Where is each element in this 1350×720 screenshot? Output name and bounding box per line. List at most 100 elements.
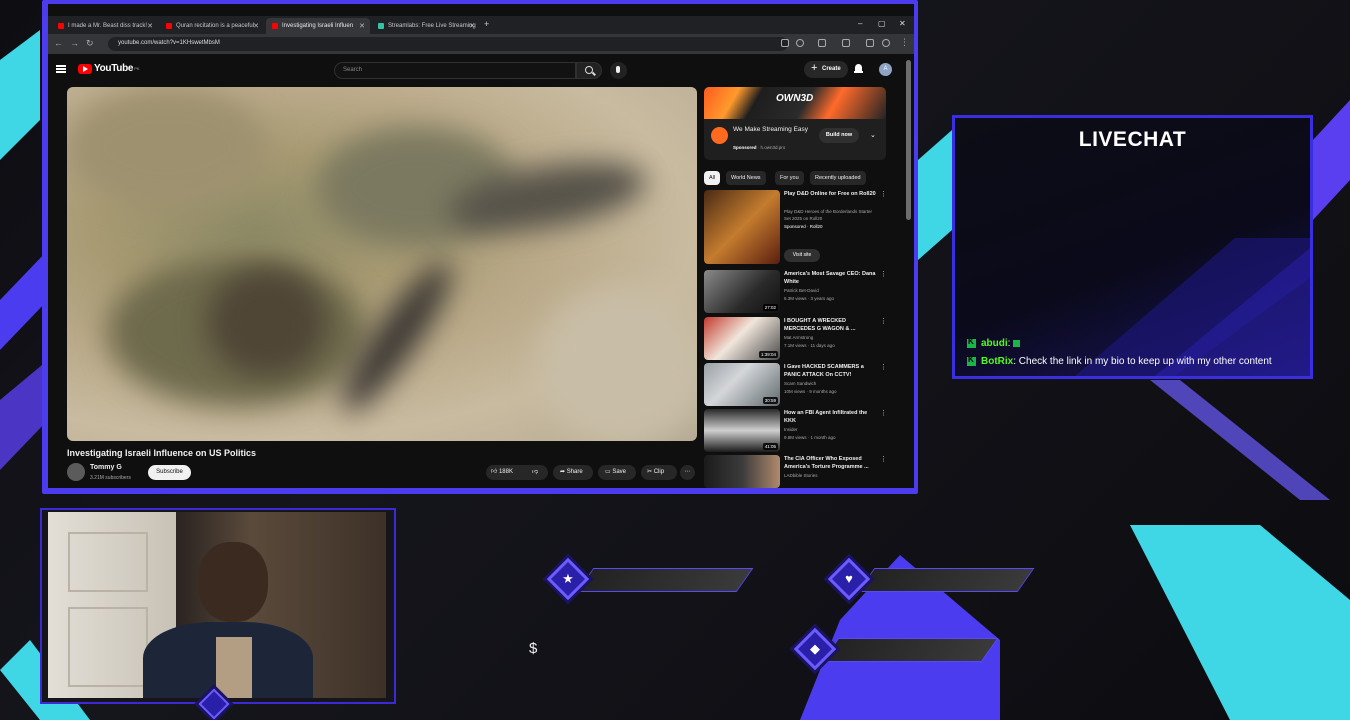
recommendation-channel[interactable]: Mat Armstrong [784, 335, 813, 340]
webcam-person-head [198, 542, 268, 622]
browser-tab-4[interactable]: Streamlabs: Free Live Streaming ✕ [372, 18, 480, 34]
chip-all[interactable]: All [704, 171, 721, 185]
video-thumbnail[interactable] [704, 190, 780, 264]
recommendation-title[interactable]: I Gave HACKED SCAMMERS a PANIC ATTACK On… [784, 363, 876, 379]
profile-icon[interactable] [882, 39, 890, 47]
create-label: Create [822, 66, 841, 72]
tab-close-icon[interactable]: ✕ [359, 22, 365, 30]
recommendation-channel[interactable]: Scam Sandwich [784, 381, 816, 386]
video-thumbnail[interactable]: 27:02 [704, 270, 780, 313]
ad-title[interactable]: We Make Streaming Easy [733, 125, 813, 134]
reload-button[interactable]: ↻ [86, 38, 94, 49]
sponsored-ad-card: We Make Streaming Easy Sponsored · h.own… [704, 119, 886, 160]
clip-button[interactable]: ✂ Clip [641, 465, 677, 480]
recommendation-item[interactable]: 27:02 America's Most Savage CEO: Dana Wh… [704, 270, 892, 314]
hamburger-menu-icon[interactable] [56, 65, 66, 73]
close-window-button[interactable]: ✕ [899, 19, 906, 28]
ad-build-now-button[interactable]: Build now [819, 128, 859, 143]
browser-tab-1[interactable]: I made a Mr. Beast diss track! ✕ [52, 18, 158, 34]
cast-icon[interactable] [781, 39, 789, 47]
video-thumbnail[interactable]: 41:05 [704, 409, 780, 452]
tab-bar: I made a Mr. Beast diss track! ✕ Quran r… [48, 16, 914, 34]
chip-world-news[interactable]: World News [726, 171, 766, 185]
search-button[interactable] [576, 62, 602, 79]
purple-shard-left [0, 250, 48, 350]
voice-search-mic-icon[interactable] [610, 62, 627, 79]
url-text: youtube.com/watch?v=1KHswetMbsM [118, 40, 220, 46]
recommendation-channel[interactable]: Patrick Bet-David [784, 288, 819, 293]
more-options-icon[interactable]: ⋮ [880, 190, 887, 198]
more-actions-button[interactable]: ⋯ [680, 465, 695, 480]
youtube-country-code: PK [134, 66, 140, 71]
ad-meta: Sponsored · h.own3d.pro [733, 145, 786, 150]
more-options-icon[interactable]: ⋮ [880, 455, 887, 463]
kick-badge-icon [967, 337, 976, 348]
youtube-favicon-icon [58, 23, 64, 29]
recommendation-item[interactable]: Play D&D Online for Free on Roll20 Play … [704, 190, 892, 264]
more-options-icon[interactable]: ⋮ [880, 409, 887, 417]
recommendation-channel[interactable]: Insider [784, 427, 798, 432]
account-avatar[interactable]: A [879, 63, 892, 76]
purple-shard-right [1313, 100, 1350, 220]
chip-recently-uploaded[interactable]: Recently uploaded [810, 171, 866, 185]
back-button[interactable]: ← [54, 38, 63, 48]
tab-close-icon[interactable]: ✕ [253, 22, 259, 30]
video-duration: 30:59 [762, 397, 778, 404]
maximize-button[interactable]: ▢ [878, 19, 886, 28]
chat-username[interactable]: BotRix [981, 356, 1013, 367]
recommendation-item[interactable]: The CIA Officer Who Exposed America's To… [704, 455, 892, 488]
tab-close-icon[interactable]: ✕ [147, 22, 153, 30]
chip-for-you[interactable]: For you [775, 171, 804, 185]
more-options-icon[interactable]: ⋮ [880, 317, 887, 325]
browser-tab-3-active[interactable]: Investigating Israeli Influen ✕ [266, 18, 370, 34]
channel-name[interactable]: Tommy G [90, 464, 122, 471]
latest-subscriber-plate [857, 568, 1035, 592]
streamlabs-favicon-icon [378, 23, 384, 29]
extension-icon[interactable] [842, 39, 850, 47]
video-player[interactable] [67, 87, 697, 441]
video-thumbnail[interactable] [704, 455, 780, 488]
recommendation-title[interactable]: America's Most Savage CEO: Dana White [784, 270, 876, 286]
bookmark-star-icon[interactable] [796, 39, 804, 47]
tab-close-icon[interactable]: ✕ [469, 22, 475, 30]
new-tab-button[interactable]: + [484, 19, 489, 29]
ad-sponsored-label: Sponsored [733, 145, 757, 150]
like-button[interactable]: 👍︎ 188K [491, 465, 513, 480]
recommendation-channel[interactable]: LADbible Stories [784, 473, 818, 478]
video-thumbnail[interactable]: 30:59 [704, 363, 780, 406]
sponsored-ad-banner[interactable]: OWN3D [704, 87, 886, 119]
browser-tab-2[interactable]: Quran recitation is a peaceful ✕ [160, 18, 264, 34]
save-button[interactable]: ▭ Save [598, 465, 636, 480]
recommendation-item[interactable]: 1:39:04 I BOUGHT A WRECKED MERCEDES G WA… [704, 317, 892, 361]
search-input[interactable]: Search [334, 62, 576, 79]
recommendation-title[interactable]: The CIA Officer Who Exposed America's To… [784, 455, 876, 471]
ad-chevron-down-icon[interactable]: ⌄ [870, 131, 876, 139]
visit-site-button[interactable]: Visit site [784, 249, 820, 262]
video-thumbnail[interactable]: 1:39:04 [704, 317, 780, 360]
page-scrollbar[interactable] [906, 60, 911, 220]
subscribe-button[interactable]: Subscribe [148, 465, 191, 480]
heart-icon: ♥ [845, 571, 853, 586]
extension-icon[interactable] [866, 39, 874, 47]
minimize-button[interactable]: – [858, 19, 862, 28]
more-options-icon[interactable]: ⋮ [880, 270, 887, 278]
recommendation-title[interactable]: How an FBI Agent Infiltrated the KKK [784, 409, 876, 425]
emote-icon [1013, 340, 1021, 347]
channel-avatar[interactable] [67, 463, 85, 481]
share-button[interactable]: ➦ Share [553, 465, 593, 480]
url-input[interactable]: youtube.com/watch?v=1KHswetMbsM [108, 37, 788, 51]
chat-username[interactable]: abudi [981, 338, 1008, 349]
recommendation-title[interactable]: I BOUGHT A WRECKED MERCEDES G WAGON & ..… [784, 317, 876, 333]
more-options-icon[interactable]: ⋮ [880, 363, 887, 371]
recommendation-item[interactable]: 30:59 I Gave HACKED SCAMMERS a PANIC ATT… [704, 363, 892, 407]
browser-menu-icon[interactable]: ⋮ [900, 37, 909, 48]
recommendation-item[interactable]: 41:05 How an FBI Agent Infiltrated the K… [704, 409, 892, 453]
extension-icon[interactable] [818, 39, 826, 47]
dislike-button[interactable]: 👎︎ [532, 465, 538, 480]
create-button[interactable]: Create [804, 61, 848, 78]
recommendation-title[interactable]: Play D&D Online for Free on Roll20 [784, 190, 876, 198]
like-dislike-group: 👍︎ 188K 👎︎ [486, 465, 548, 480]
notifications-bell-icon[interactable] [854, 64, 863, 74]
forward-button[interactable]: → [70, 38, 79, 48]
youtube-logo[interactable]: YouTube PK [78, 63, 140, 74]
